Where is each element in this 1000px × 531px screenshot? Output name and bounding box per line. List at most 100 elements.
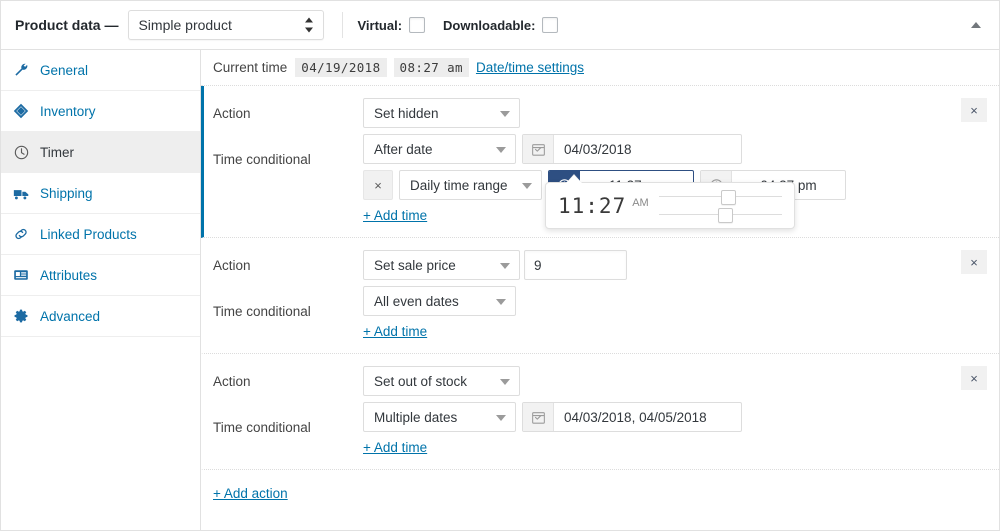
chevron-down-icon [496,415,506,421]
sale-price-input[interactable]: 9 [524,250,627,280]
downloadable-label: Downloadable: [443,18,535,33]
action-select-value: Set sale price [374,258,456,273]
action-select-value: Set hidden [374,106,439,121]
minute-slider-handle[interactable] [718,208,733,223]
action-select[interactable]: Set hidden [363,98,520,128]
current-time-label: Current time [213,60,287,75]
date-condition-line: All even dates [363,286,999,316]
chevron-down-icon [500,379,510,385]
sidebar-item-timer[interactable]: Timer [1,132,200,173]
calendar-icon[interactable] [523,135,554,163]
time-conditional-label: Time conditional [213,134,363,167]
hour-slider[interactable] [659,190,782,204]
product-type-select[interactable]: Simple product [128,10,324,40]
action-label: Action [213,250,363,273]
minute-slider[interactable] [659,208,782,222]
action-label: Action [213,98,363,121]
time-picker-value: 11:27 [558,194,626,218]
hour-slider-handle[interactable] [721,190,736,205]
datetime-settings-link[interactable]: Date/time settings [476,60,584,75]
chevron-down-icon [500,111,510,117]
chevron-down-icon [496,299,506,305]
date-condition-line: After date 04/03/2018 [363,134,999,164]
current-date-value: 04/19/2018 [295,58,386,77]
downloadable-checkbox[interactable] [542,17,558,33]
chevron-down-icon [500,263,510,269]
truck-icon [11,183,31,203]
time-conditional-label: Time conditional [213,286,363,319]
sidebar-item-attributes[interactable]: Attributes [1,255,200,296]
date-condition-select[interactable]: All even dates [363,286,516,316]
remove-action-button[interactable]: × [961,250,987,274]
action-block: × Action Set out of stock Time condition [201,354,999,470]
timer-panel-content: Current time 04/19/2018 08:27 am Date/ti… [201,50,999,531]
calendar-icon[interactable] [523,403,554,431]
current-time-value: 08:27 am [394,58,469,77]
triangle-up-icon [971,22,981,28]
action-row: Action Set hidden [204,98,999,134]
action-select[interactable]: Set out of stock [363,366,520,396]
remove-time-condition-button[interactable]: × [363,170,393,200]
action-row: Action Set out of stock [204,366,999,402]
date-condition-value: After date [374,142,433,157]
sidebar-item-advanced[interactable]: Advanced [1,296,200,337]
time-conditional-row: Time conditional All even dates + Add ti… [204,286,999,339]
add-action-link[interactable]: + Add action [213,486,288,501]
product-data-panel: Product data — Simple product Virtual: D… [0,0,1000,531]
sidebar-item-shipping[interactable]: Shipping [1,173,200,214]
header-divider [342,12,343,38]
sidebar-item-label: Attributes [40,268,97,283]
chevron-down-icon [522,183,532,189]
time-picker-ampm: AM [632,197,649,209]
time-condition-select[interactable]: Daily time range [399,170,542,200]
panel-body: General Inventory Timer Shipping [1,50,999,531]
action-row: Action Set sale price 9 [204,250,999,286]
action-label: Action [213,366,363,389]
add-time-link[interactable]: + Add time [363,208,427,223]
virtual-label: Virtual: [357,18,402,33]
time-conditional-label: Time conditional [213,402,363,435]
action-select-value: Set out of stock [374,374,467,389]
add-time-link[interactable]: + Add time [363,324,427,339]
sidebar-item-general[interactable]: General [1,50,200,91]
date-condition-value: Multiple dates [374,410,457,425]
sidebar-item-label: Inventory [40,104,96,119]
time-condition-value: Daily time range [410,178,508,193]
attributes-icon [11,265,31,285]
date-condition-select[interactable]: After date [363,134,516,164]
date-input-value[interactable]: 04/03/2018 [554,135,741,163]
gear-icon [11,306,31,326]
time-conditional-row: Time conditional Multiple dates [204,402,999,455]
select-spinner-icon [305,18,314,33]
collapse-panel-button[interactable] [963,12,989,38]
current-time-row: Current time 04/19/2018 08:27 am Date/ti… [201,50,999,86]
downloadable-checkbox-group: Downloadable: [443,17,558,33]
sidebar-item-label: Advanced [40,309,100,324]
time-picker-sliders [659,187,782,225]
date-input-value[interactable]: 04/03/2018, 04/05/2018 [554,403,741,431]
date-condition-value: All even dates [374,294,459,309]
time-picker-popup[interactable]: 11:27 AM [545,182,795,229]
sidebar-item-label: General [40,63,88,78]
sale-price-value: 9 [534,258,542,273]
date-condition-select[interactable]: Multiple dates [363,402,516,432]
virtual-checkbox-group: Virtual: [357,17,425,33]
action-block: × Action Set sale price 9 [201,238,999,354]
action-select[interactable]: Set sale price [363,250,520,280]
link-icon [11,224,31,244]
add-time-link[interactable]: + Add time [363,440,427,455]
remove-action-button[interactable]: × [961,98,987,122]
clock-icon [11,142,31,162]
remove-action-button[interactable]: × [961,366,987,390]
date-input-combo[interactable]: 04/03/2018 [522,134,742,164]
sidebar-item-linked-products[interactable]: Linked Products [1,214,200,255]
date-input-combo[interactable]: 04/03/2018, 04/05/2018 [522,402,742,432]
sidebar-item-label: Timer [40,145,74,160]
sidebar-item-label: Linked Products [40,227,137,242]
page-title: Product data — [15,17,118,33]
virtual-checkbox[interactable] [409,17,425,33]
sidebar-item-inventory[interactable]: Inventory [1,91,200,132]
date-condition-line: Multiple dates 04/03/2018, 04/05/2018 [363,402,999,432]
wrench-icon [11,60,31,80]
chevron-down-icon [496,147,506,153]
